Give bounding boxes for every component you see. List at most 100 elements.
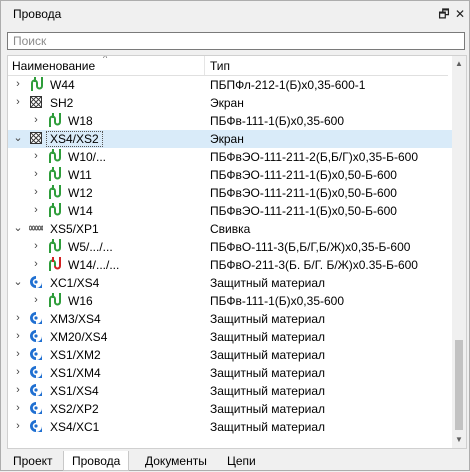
- expand-chevron-icon[interactable]: ›: [13, 330, 23, 342]
- row-type: Защитный материал: [210, 276, 326, 290]
- column-divider[interactable]: [204, 56, 205, 75]
- wire-green-icon: [47, 167, 61, 181]
- column-header-name[interactable]: Наименование: [12, 59, 95, 73]
- expand-chevron-icon[interactable]: ›: [13, 78, 23, 90]
- protect-icon: [29, 311, 43, 325]
- close-icon[interactable]: ✕: [453, 7, 467, 21]
- wire-green-icon: [47, 185, 61, 199]
- collapse-chevron-icon[interactable]: ⌄: [13, 132, 23, 144]
- protect-icon: [29, 275, 43, 289]
- tree-row[interactable]: › W5/.../... ПБФвО-111-3(Б,Б/Г,Б/Ж)x0,35-Б…: [8, 238, 452, 256]
- panel-title: Провода: [13, 7, 62, 21]
- expand-chevron-icon[interactable]: ›: [31, 114, 41, 126]
- tree-row[interactable]: › XM20/XS4 Защитный материал: [8, 328, 452, 346]
- row-type: Свивка: [210, 222, 251, 236]
- tree-row[interactable]: ⌄ XS4/XS2 Экран: [8, 130, 452, 148]
- row-name: SH2: [50, 96, 74, 110]
- screen-icon: [29, 95, 43, 109]
- tree-row[interactable]: › XS2/XP2 Защитный материал: [8, 400, 452, 418]
- expand-chevron-icon[interactable]: ›: [13, 312, 23, 324]
- row-type: ПБФв-111-1(Б)x0,35-600: [210, 294, 345, 308]
- column-header-type[interactable]: Тип: [210, 59, 230, 73]
- expand-chevron-icon[interactable]: ›: [13, 348, 23, 360]
- wire-green-icon: [47, 239, 61, 253]
- tree-row[interactable]: › XS1/XM2 Защитный материал: [8, 346, 452, 364]
- scroll-down-icon[interactable]: ▼: [452, 432, 466, 448]
- expand-chevron-icon[interactable]: ›: [31, 240, 41, 252]
- row-type: Защитный материал: [210, 384, 326, 398]
- row-type: Защитный материал: [210, 366, 326, 380]
- tree-row[interactable]: › W18 ПБФв-111-1(Б)x0,35-600: [8, 112, 452, 130]
- row-name: XS5/XP1: [50, 222, 99, 236]
- expand-chevron-icon[interactable]: ›: [13, 420, 23, 432]
- tab-4[interactable]: Цепи: [219, 453, 264, 470]
- expand-chevron-icon[interactable]: ›: [31, 150, 41, 162]
- expand-chevron-icon[interactable]: ›: [31, 294, 41, 306]
- tree-row[interactable]: › W14 ПБФвЭО-111-211-1(Б)x0,50-Б-600: [8, 202, 452, 220]
- row-name: W14: [68, 204, 93, 218]
- expand-chevron-icon[interactable]: ›: [13, 366, 23, 378]
- row-name: XS1/XS4: [50, 384, 99, 398]
- tree-row[interactable]: ⌄ XC1/XS4 Защитный материал: [8, 274, 452, 292]
- expand-chevron-icon[interactable]: ›: [31, 168, 41, 180]
- vertical-scrollbar[interactable]: ▲ ▼: [452, 56, 466, 448]
- wires-panel: Провода 🗗 ✕ ^ Наименование Тип › W44 ПБПФл…: [0, 0, 470, 471]
- tab-2[interactable]: Провода: [63, 451, 130, 471]
- tree-row[interactable]: › XS1/XS4 Защитный материал: [8, 382, 452, 400]
- row-type: ПБФвЭО-111-211-1(Б)x0,50-Б-600: [210, 204, 397, 218]
- row-name: XS4/XC1: [50, 420, 100, 434]
- tree-row[interactable]: › W44 ПБПФл-212-1(Б)x0,35-600-1: [8, 76, 452, 94]
- tab-1[interactable]: Проект: [5, 453, 61, 470]
- wire-green-icon: [29, 77, 43, 91]
- row-type: Защитный материал: [210, 348, 326, 362]
- row-name: XS2/XP2: [50, 402, 99, 416]
- tree-row[interactable]: › W14/.../... ПБФвО-211-3(Б. Б/Г. Б/Ж)x0.3…: [8, 256, 452, 274]
- wire-green-icon: [47, 113, 61, 127]
- row-name: XS4/XS2: [46, 131, 103, 147]
- protect-icon: [29, 419, 43, 433]
- row-type: Защитный материал: [210, 420, 326, 434]
- tree-row[interactable]: › SH2 Экран: [8, 94, 452, 112]
- float-window-icon[interactable]: 🗗: [437, 7, 451, 21]
- row-type: ПБФвО-211-3(Б. Б/Г. Б/Ж)x0.35-Б-600: [210, 258, 418, 272]
- row-type: Экран: [210, 132, 244, 146]
- collapse-chevron-icon[interactable]: ⌄: [13, 222, 23, 234]
- tree-row[interactable]: › W16 ПБФв-111-1(Б)x0,35-600: [8, 292, 452, 310]
- scroll-up-icon[interactable]: ▲: [452, 56, 466, 72]
- panel-tabs: Проект Провода Документы Цепи: [5, 451, 467, 471]
- tab-3[interactable]: Документы: [137, 453, 215, 470]
- row-name: W44: [50, 78, 75, 92]
- tree-row[interactable]: › XS4/XC1 Защитный материал: [8, 418, 452, 436]
- row-type: Защитный материал: [210, 402, 326, 416]
- expand-chevron-icon[interactable]: ›: [31, 204, 41, 216]
- tree-row[interactable]: › W12 ПБФвЭО-111-211-1(Б)x0,50-Б-600: [8, 184, 452, 202]
- expand-chevron-icon[interactable]: ›: [13, 96, 23, 108]
- expand-chevron-icon[interactable]: ›: [13, 384, 23, 396]
- row-type: ПБПФл-212-1(Б)x0,35-600-1: [210, 78, 366, 92]
- expand-chevron-icon[interactable]: ›: [31, 186, 41, 198]
- scrollbar-thumb[interactable]: [455, 340, 463, 430]
- protect-icon: [29, 347, 43, 361]
- row-name: W11: [68, 168, 92, 182]
- row-type: ПБФв-111-1(Б)x0,35-600: [210, 114, 345, 128]
- wire-green-icon: [47, 293, 61, 307]
- row-name: W18: [68, 114, 93, 128]
- protect-icon: [29, 383, 43, 397]
- collapse-chevron-icon[interactable]: ⌄: [13, 276, 23, 288]
- protect-icon: [29, 329, 43, 343]
- expand-chevron-icon[interactable]: ›: [13, 402, 23, 414]
- wire-green-icon: [47, 203, 61, 217]
- row-name: W14/.../...: [68, 258, 120, 272]
- expand-chevron-icon[interactable]: ›: [31, 258, 41, 270]
- search-input[interactable]: [7, 32, 465, 50]
- row-name: W5/.../...: [68, 240, 113, 254]
- tree-row[interactable]: › W11 ПБФвЭО-111-211-1(Б)x0,50-Б-600: [8, 166, 452, 184]
- tree-row[interactable]: › W10/... ПБФвЭО-111-211-2(Б,Б/Г)x0,35-Б-6…: [8, 148, 452, 166]
- tree-row[interactable]: › XS1/XM4 Защитный материал: [8, 364, 452, 382]
- tree-row[interactable]: › XM3/XS4 Защитный материал: [8, 310, 452, 328]
- protect-icon: [29, 401, 43, 415]
- tree-header: ^ Наименование Тип: [8, 56, 448, 76]
- wire-red-icon: [47, 257, 61, 271]
- row-name: W10/...: [68, 150, 107, 164]
- tree-row[interactable]: ⌄ XS5/XP1 Свивка: [8, 220, 452, 238]
